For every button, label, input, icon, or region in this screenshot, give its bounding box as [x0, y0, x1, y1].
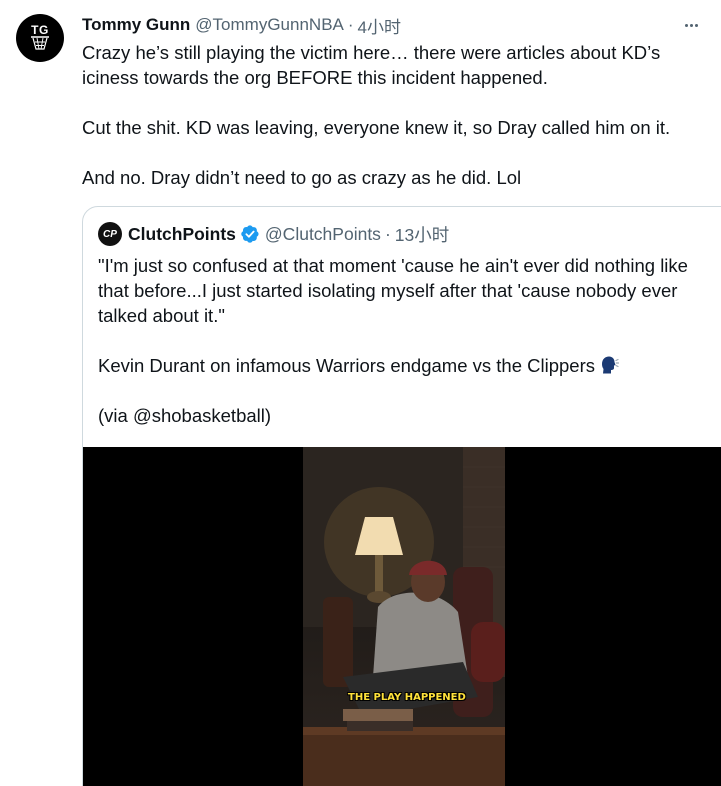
tweet-paragraph: Crazy he’s still playing the victim here…: [82, 42, 661, 88]
quoted-author-display-name[interactable]: ClutchPoints: [128, 224, 236, 245]
video-caption: THE PLAY HAPPENED: [348, 692, 466, 703]
video-scene-illustration: [303, 447, 505, 786]
quoted-paragraph-text: Kevin Durant on infamous Warriors endgam…: [98, 355, 595, 376]
avatar-monogram: TG: [31, 23, 49, 37]
quoted-tweet-timestamp[interactable]: 13小时: [395, 222, 449, 247]
author-display-name[interactable]: Tommy Gunn: [82, 15, 190, 35]
basketball-hoop-icon: [31, 36, 49, 50]
tweet-paragraph: And no. Dray didn’t need to go as crazy …: [82, 167, 522, 188]
more-options-icon[interactable]: [681, 15, 701, 35]
quoted-tweet-text: "I'm just so confused at that moment 'ca…: [98, 253, 718, 428]
tweet-header: Tommy Gunn @TommyGunnNBA · 4小时: [82, 13, 701, 37]
author-avatar[interactable]: TG: [16, 14, 64, 62]
verified-badge-icon: [241, 225, 259, 243]
video-player[interactable]: THE PLAY HAPPENED: [83, 447, 721, 786]
tweet-timestamp[interactable]: 4小时: [358, 13, 401, 38]
quoted-author-handle[interactable]: @ClutchPoints: [265, 224, 381, 245]
quoted-tweet[interactable]: CP ClutchPoints @ClutchPoints · 13小时 "I'…: [82, 206, 721, 786]
quoted-avatar-monogram: CP: [103, 228, 117, 240]
author-handle[interactable]: @TommyGunnNBA: [195, 15, 344, 35]
separator-dot: ·: [384, 223, 391, 244]
quoted-tweet-header: CP ClutchPoints @ClutchPoints · 13小时: [98, 222, 449, 247]
quoted-paragraph: (via @shobasketball): [98, 405, 272, 426]
tweet-paragraph: Cut the shit. KD was leaving, everyone k…: [82, 117, 671, 138]
video-frame[interactable]: THE PLAY HAPPENED: [303, 447, 505, 786]
quoted-author-avatar[interactable]: CP: [98, 222, 122, 246]
quoted-paragraph: "I'm just so confused at that moment 'ca…: [98, 255, 688, 326]
quoted-paragraph: Kevin Durant on infamous Warriors endgam…: [98, 353, 718, 378]
tweet-text: Crazy he’s still playing the victim here…: [82, 40, 712, 190]
separator-dot: ·: [347, 15, 354, 34]
tweet[interactable]: TG Tommy Gunn @TommyGunnNBA · 4小时 Crazy …: [0, 0, 721, 786]
speaking-head-icon: [601, 356, 619, 374]
